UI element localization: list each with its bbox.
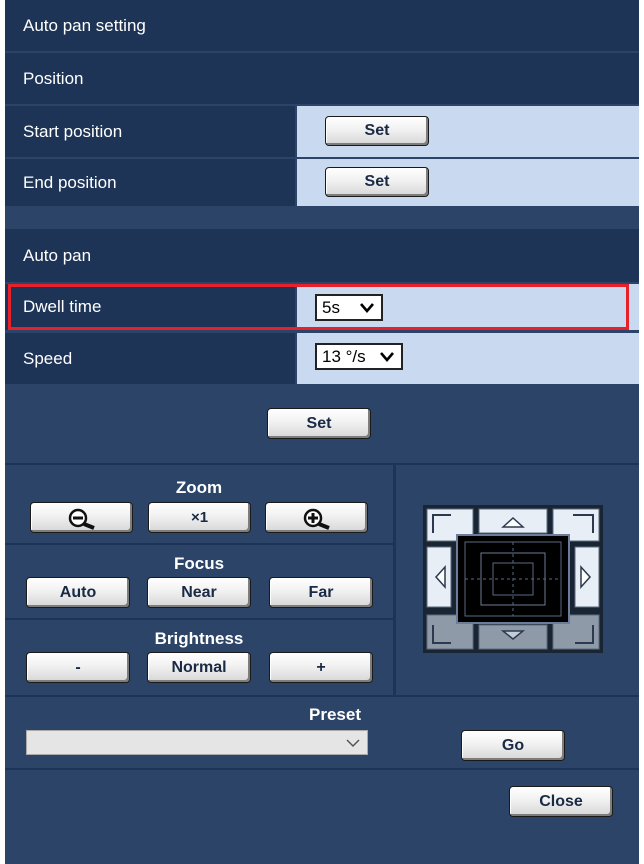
- start-position-value-cell: Set: [297, 106, 639, 157]
- start-position-label: Start position: [5, 106, 295, 157]
- control-area-top-divider: [5, 463, 639, 465]
- zoom-out-icon: [68, 508, 98, 535]
- chevron-down-icon: [379, 348, 395, 372]
- pan-tilt-pad[interactable]: [423, 505, 603, 658]
- page-title: Auto pan setting: [5, 0, 639, 51]
- zoom-in-button[interactable]: [265, 502, 368, 533]
- preset-select[interactable]: [26, 730, 368, 755]
- brightness-minus-button[interactable]: -: [26, 652, 130, 683]
- auto-pan-apply-set-button[interactable]: Set: [267, 408, 371, 439]
- focus-title: Focus: [173, 554, 225, 573]
- auto-pan-section-header: Auto pan: [5, 229, 639, 282]
- preset-title: Preset: [309, 705, 361, 724]
- zoom-x1-button[interactable]: ×1: [148, 502, 251, 533]
- focus-far-button[interactable]: Far: [269, 577, 373, 608]
- footer-divider: [5, 768, 639, 770]
- zoom-out-button[interactable]: [30, 502, 133, 533]
- position-section-header: Position: [5, 53, 639, 104]
- zoom-in-icon: [303, 508, 333, 535]
- zoom-focus-divider: [5, 543, 393, 545]
- end-position-row: End position Set: [5, 159, 639, 206]
- auto-pan-setting-panel: Auto pan setting Position Start position…: [5, 0, 639, 864]
- speed-row: Speed 13 °/s: [5, 333, 639, 384]
- dwell-time-highlight: [8, 284, 629, 330]
- focus-brightness-divider: [5, 618, 393, 620]
- brightness-plus-button[interactable]: +: [269, 652, 373, 683]
- end-position-label: End position: [5, 159, 295, 206]
- end-position-value-cell: Set: [297, 159, 639, 206]
- start-position-set-button[interactable]: Set: [325, 116, 429, 146]
- focus-auto-button[interactable]: Auto: [26, 577, 130, 608]
- control-area-vertical-divider: [393, 465, 396, 695]
- speed-label: Speed: [5, 333, 295, 384]
- start-position-row: Start position Set: [5, 106, 639, 157]
- preset-go-button[interactable]: Go: [461, 730, 565, 761]
- brightness-title: Brightness: [154, 629, 244, 648]
- zoom-title: Zoom: [175, 478, 223, 497]
- preset-top-divider: [5, 695, 639, 697]
- close-button[interactable]: Close: [509, 786, 613, 817]
- speed-select-value: 13 °/s: [322, 347, 366, 366]
- chevron-down-icon: [345, 735, 361, 756]
- end-position-set-button[interactable]: Set: [325, 167, 429, 197]
- speed-value-cell: 13 °/s: [297, 333, 639, 384]
- speed-select[interactable]: 13 °/s: [315, 343, 403, 370]
- focus-near-button[interactable]: Near: [147, 577, 251, 608]
- brightness-normal-button[interactable]: Normal: [147, 652, 251, 683]
